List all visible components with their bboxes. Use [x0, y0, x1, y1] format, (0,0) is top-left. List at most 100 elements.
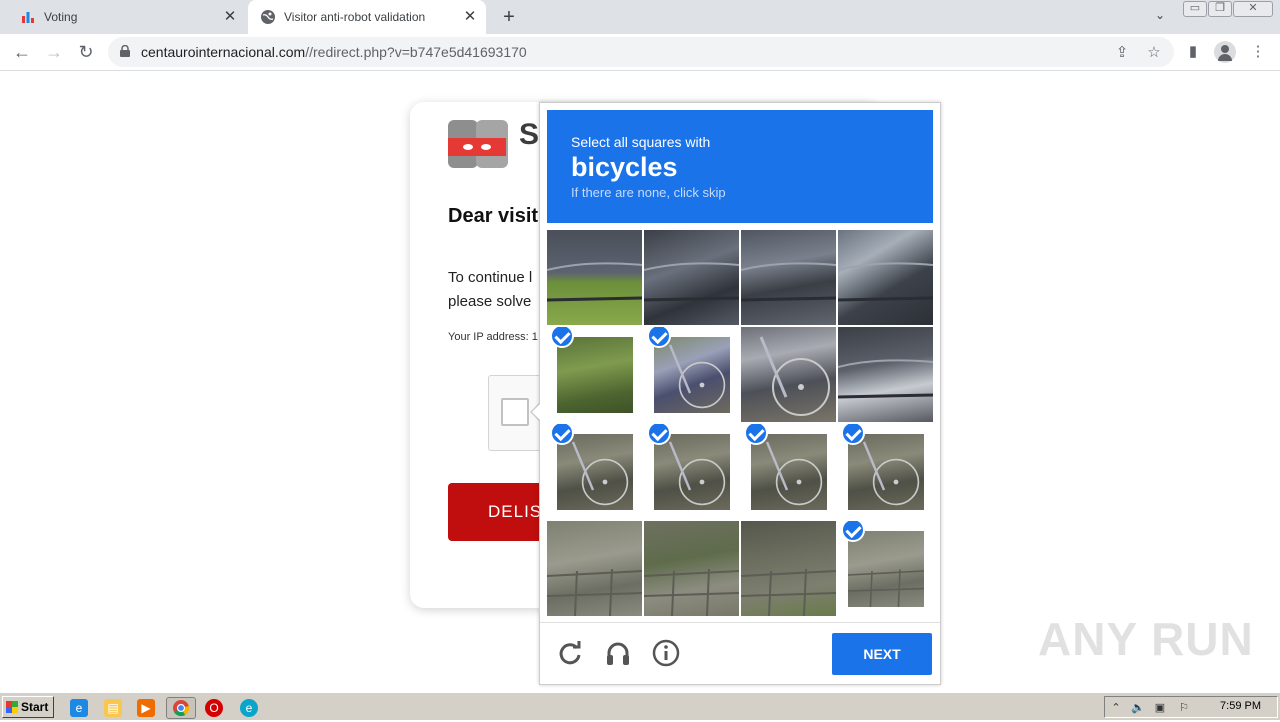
- car-sketch: [838, 262, 933, 302]
- tab-voting[interactable]: Voting ✕: [8, 0, 246, 34]
- captcha-tile[interactable]: [838, 521, 933, 616]
- network-icon[interactable]: ▣: [1153, 701, 1167, 715]
- reload-icon[interactable]: ↻: [74, 40, 98, 64]
- captcha-tile[interactable]: [741, 521, 836, 616]
- globe-icon: [261, 10, 275, 24]
- captcha-tile-image: [654, 337, 730, 413]
- audio-challenge-headphones-icon[interactable]: [604, 639, 632, 667]
- captcha-tile-image: [847, 531, 925, 608]
- site-logo-text: S: [519, 118, 540, 151]
- captcha-tile[interactable]: [547, 521, 642, 616]
- captcha-tile-grid: [547, 230, 933, 616]
- bicycle-sketch: [571, 441, 629, 506]
- paving-sketch: [741, 568, 836, 616]
- tab-search-chevron-icon[interactable]: ⌄: [1150, 8, 1170, 26]
- captcha-tile[interactable]: [644, 230, 739, 325]
- captcha-tile-image: [751, 434, 827, 510]
- bicycle-sketch: [668, 441, 726, 506]
- paving-sketch: [547, 568, 642, 616]
- car-sketch: [547, 262, 642, 302]
- captcha-tile[interactable]: [644, 521, 739, 616]
- info-icon[interactable]: [652, 639, 680, 667]
- close-tab-icon[interactable]: ✕: [222, 9, 238, 25]
- instruction-text: To continue l please solve: [448, 266, 532, 314]
- captcha-tile[interactable]: [547, 327, 642, 422]
- internet-explorer-icon[interactable]: e: [70, 699, 88, 717]
- windows-taskbar: Start e ▤ ▶ O e ⌃ 🔈 ▣ ⚐ 7:59 PM: [0, 692, 1280, 720]
- close-tab-icon[interactable]: ✕: [462, 9, 478, 25]
- instruction-line-1: To continue l: [448, 269, 533, 286]
- voting-favicon-icon: [22, 12, 34, 23]
- captcha-tile-image: [547, 521, 642, 616]
- file-explorer-icon[interactable]: ▤: [104, 699, 122, 717]
- new-tab-button[interactable]: +: [498, 6, 520, 28]
- captcha-tile-image: [848, 434, 924, 510]
- address-bar[interactable]: centaurointernacional.com//redirect.php?…: [108, 37, 1174, 67]
- volume-icon[interactable]: 🔈: [1131, 701, 1145, 715]
- captcha-tile[interactable]: [838, 327, 933, 422]
- challenge-pointer-inner: [532, 403, 541, 421]
- back-arrow-icon[interactable]: ←: [10, 40, 34, 64]
- chrome-taskbar-icon[interactable]: [166, 697, 196, 719]
- minimize-icon[interactable]: ▭: [1183, 1, 1207, 17]
- window-close-icon[interactable]: ✕: [1233, 1, 1273, 17]
- captcha-hint: If there are none, click skip: [571, 185, 726, 200]
- car-sketch: [741, 262, 836, 302]
- paving-sketch: [644, 568, 739, 616]
- restore-icon[interactable]: ❐: [1208, 1, 1232, 17]
- captcha-tile[interactable]: [644, 424, 739, 519]
- tab-title: Visitor anti-robot validation: [284, 10, 426, 24]
- captcha-tile[interactable]: [547, 424, 642, 519]
- tray-expand-icon[interactable]: ⌃: [1109, 701, 1123, 715]
- paving-sketch: [847, 569, 925, 608]
- bicycle-sketch: [759, 336, 830, 416]
- captcha-tile-image: [557, 434, 633, 510]
- tab-strip: Voting ✕ Visitor anti-robot validation ✕…: [0, 0, 1280, 34]
- captcha-tile[interactable]: [838, 230, 933, 325]
- captcha-tile-image: [838, 230, 933, 325]
- side-panel-icon[interactable]: ▮: [1182, 41, 1204, 63]
- recaptcha-checkbox[interactable]: [501, 398, 529, 426]
- clock: 7:59 PM: [1220, 700, 1261, 712]
- captcha-tile-image: [547, 230, 642, 325]
- captcha-tile[interactable]: [741, 230, 836, 325]
- captcha-target: bicycles: [571, 152, 678, 182]
- tab-visitor-validation[interactable]: Visitor anti-robot validation ✕: [248, 0, 486, 34]
- tab-title: Voting: [44, 10, 78, 24]
- reload-challenge-icon[interactable]: [556, 639, 584, 667]
- captcha-tile-image: [741, 327, 836, 422]
- bicycle-sketch: [765, 441, 823, 506]
- captcha-tile[interactable]: [644, 327, 739, 422]
- captcha-tile-image: [838, 327, 933, 422]
- captcha-tile[interactable]: [741, 327, 836, 422]
- bicycle-sketch: [862, 441, 920, 506]
- captcha-tile-image: [741, 230, 836, 325]
- site-logo-mask-icon: [448, 120, 508, 168]
- flag-icon[interactable]: ⚐: [1177, 701, 1191, 715]
- windows-logo-icon: [6, 701, 18, 713]
- captcha-tile-image: [557, 337, 633, 413]
- edge-icon[interactable]: e: [240, 699, 258, 717]
- start-button[interactable]: Start: [2, 696, 54, 718]
- captcha-tile-image: [644, 521, 739, 616]
- browser-toolbar: ← → ↻ centaurointernacional.com//redirec…: [0, 34, 1280, 71]
- captcha-tile[interactable]: [547, 230, 642, 325]
- bookmark-star-icon[interactable]: ☆: [1145, 44, 1163, 62]
- forward-arrow-icon[interactable]: →: [42, 40, 66, 64]
- share-icon[interactable]: ⇪: [1113, 44, 1131, 62]
- menu-kebab-icon[interactable]: ⋮: [1247, 41, 1269, 63]
- lock-icon: [120, 45, 130, 57]
- car-sketch: [838, 359, 933, 399]
- captcha-tile-image: [644, 230, 739, 325]
- captcha-tile[interactable]: [838, 424, 933, 519]
- delist-button[interactable]: DELIS: [448, 483, 548, 541]
- next-button[interactable]: NEXT: [832, 633, 932, 675]
- media-player-icon[interactable]: ▶: [137, 699, 155, 717]
- start-label: Start: [21, 700, 49, 714]
- profile-avatar-icon[interactable]: [1214, 41, 1236, 63]
- captcha-tile-image: [654, 434, 730, 510]
- instruction-line-2: please solve: [448, 293, 532, 310]
- captcha-tile[interactable]: [741, 424, 836, 519]
- url-path: //redirect.php?v=b747e5d41693170: [305, 44, 527, 60]
- opera-icon[interactable]: O: [205, 699, 223, 717]
